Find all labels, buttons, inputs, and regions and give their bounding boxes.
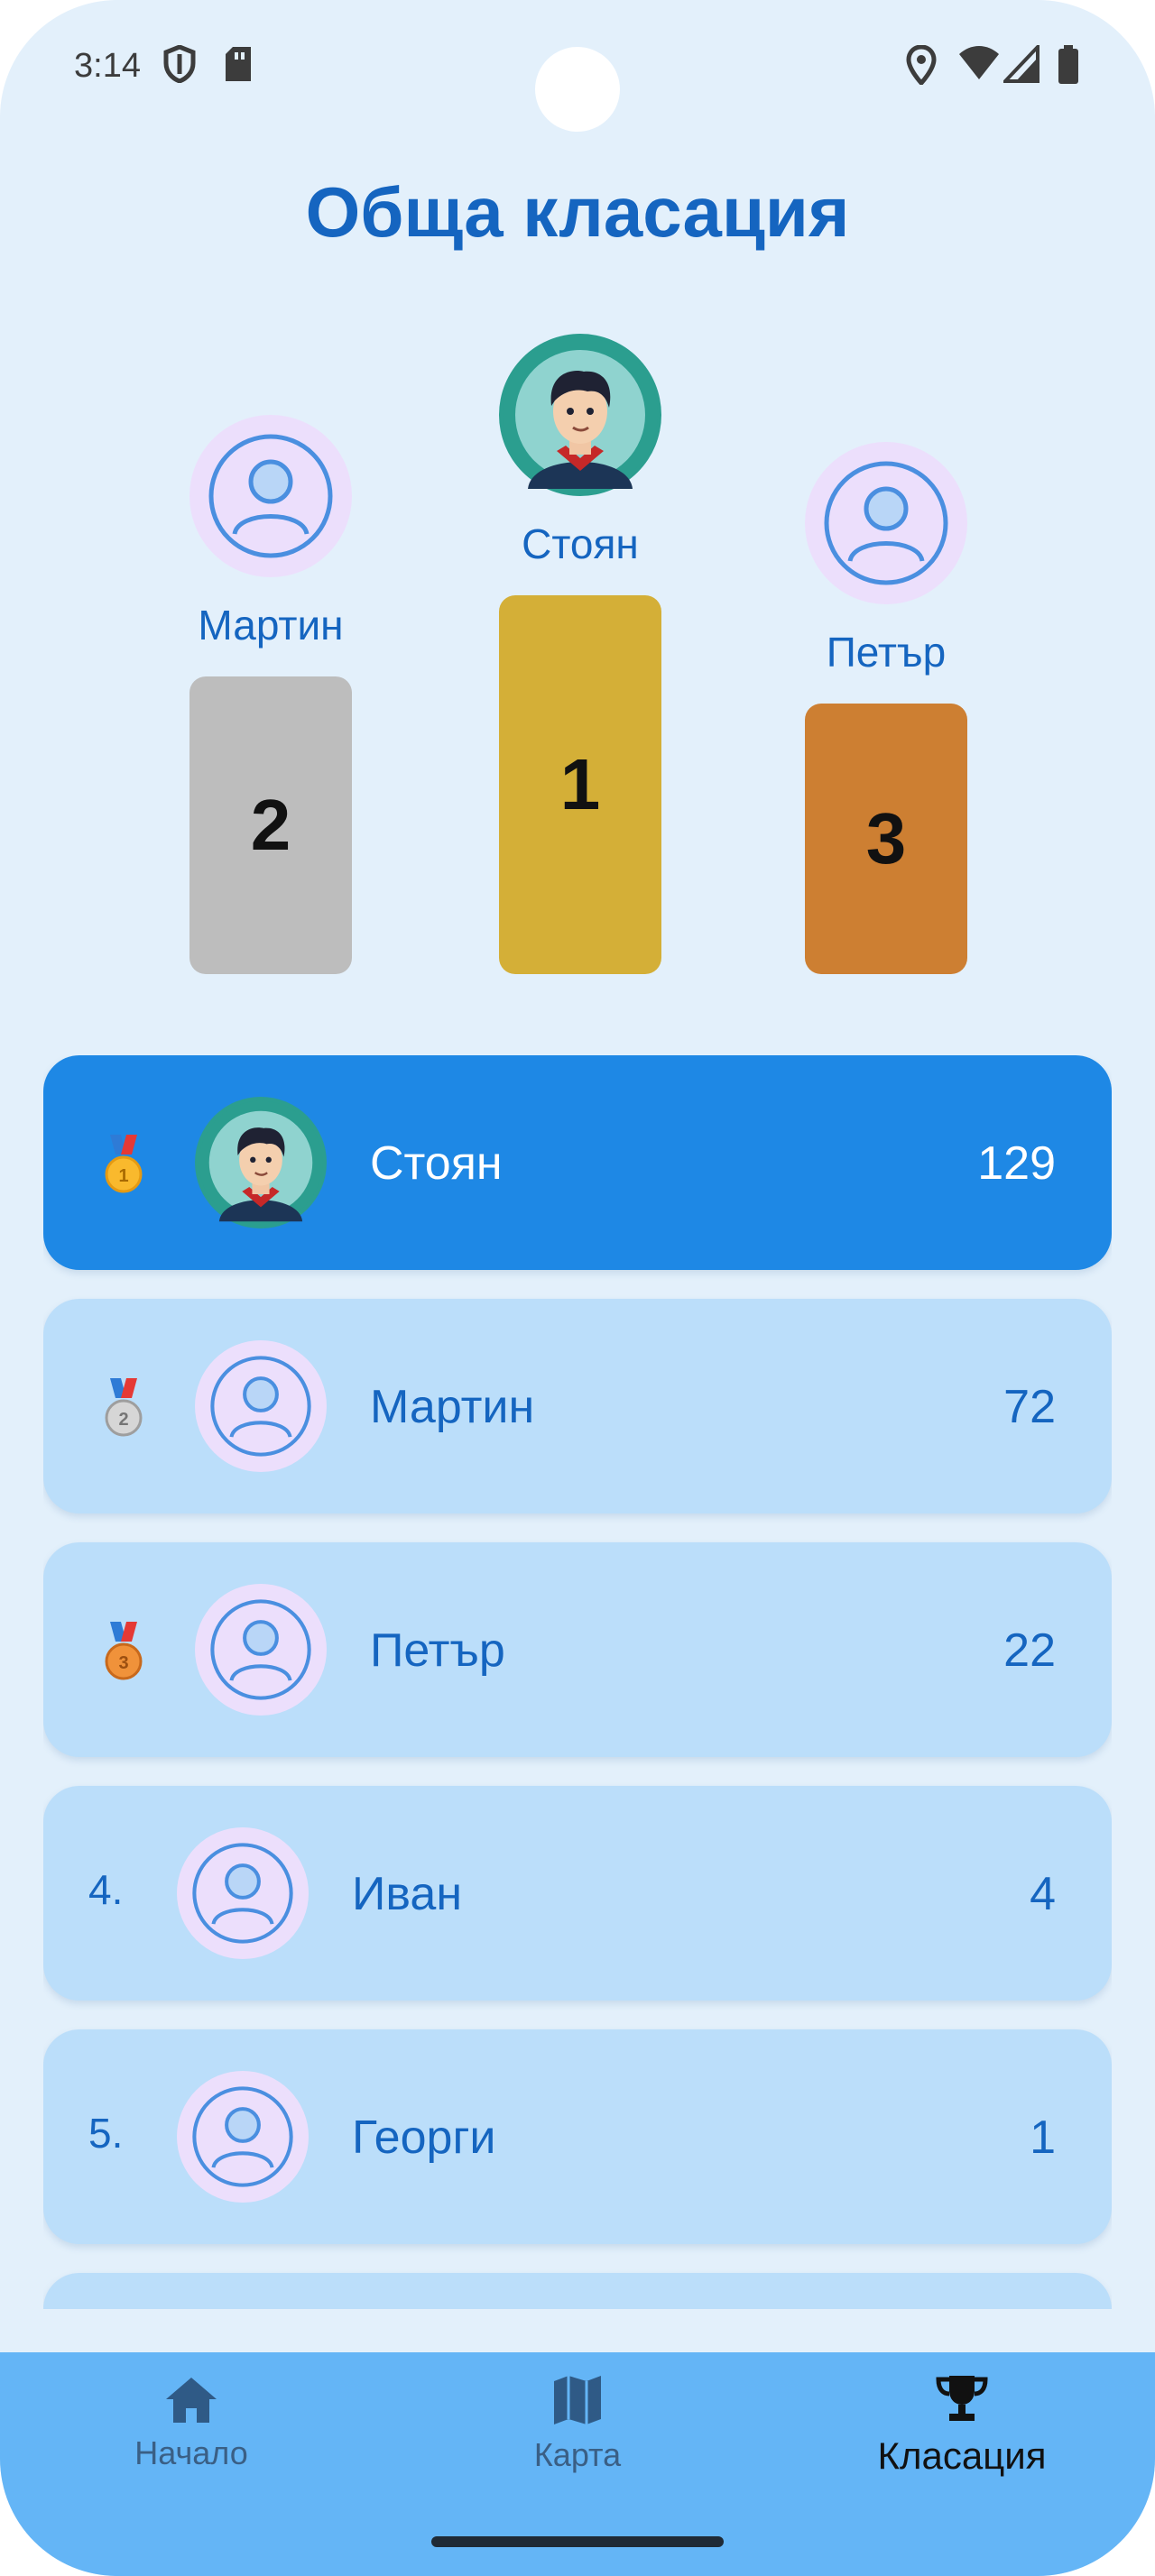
player-name: Георги (352, 2111, 496, 2164)
default-user-icon (177, 1827, 309, 1959)
page-title: Обща класация (305, 172, 850, 252)
ranking-row-5[interactable]: 5. Георги 1 (43, 2029, 1112, 2244)
nav-home[interactable]: Начало (56, 2374, 327, 2472)
rank-number: 5. (88, 2110, 124, 2157)
shield-icon (162, 44, 197, 87)
nav-map-label: Карта (533, 2436, 622, 2473)
home-indicator[interactable] (431, 2536, 724, 2547)
player-score: 72 (1003, 1381, 1056, 1433)
home-icon (56, 2374, 327, 2429)
podium-first: Стоян 1 (499, 334, 661, 974)
silver-medal-icon: 2 (103, 1378, 144, 1438)
ranking-list[interactable]: 1 Стоян 129 2 Мартин 72 3 Петър 22 4. Ив… (43, 1055, 1112, 2309)
player-score: 22 (1003, 1624, 1056, 1677)
podium-third-block: 3 (805, 704, 967, 974)
ranking-row-4[interactable]: 4. Иван 4 (43, 1786, 1112, 2001)
nav-ranking[interactable]: Класация (827, 2374, 1097, 2478)
svg-text:1: 1 (118, 1166, 128, 1186)
podium-second-block: 2 (189, 676, 352, 974)
player-name: Стоян (370, 1137, 503, 1190)
default-user-icon (195, 1584, 327, 1716)
default-user-icon (805, 442, 967, 604)
sd-card-icon (224, 45, 253, 87)
podium-second: Мартин 2 (189, 415, 352, 974)
location-icon (906, 44, 937, 89)
person-avatar (499, 334, 661, 496)
default-user-icon (189, 415, 352, 577)
gold-medal-icon: 1 (103, 1135, 144, 1194)
player-score: 129 (977, 1137, 1056, 1190)
podium-second-name: Мартин (198, 602, 344, 649)
person-avatar (195, 1097, 327, 1228)
nav-ranking-label: Класация (877, 2434, 1047, 2477)
default-user-icon (195, 1340, 327, 1472)
signal-icon (1001, 41, 1040, 87)
podium-first-block: 1 (499, 595, 661, 974)
ranking-row-2[interactable]: 2 Мартин 72 (43, 1299, 1112, 1513)
player-score: 1 (1030, 2111, 1056, 2164)
player-name: Мартин (370, 1381, 535, 1433)
player-name: Петър (370, 1624, 505, 1677)
ranking-row-3[interactable]: 3 Петър 22 (43, 1542, 1112, 1757)
rank-number: 4. (88, 1866, 124, 1913)
ranking-row-1[interactable]: 1 Стоян 129 (43, 1055, 1112, 1270)
status-time: 3:14 (74, 47, 141, 85)
podium-third-name: Петър (826, 629, 947, 676)
svg-text:2: 2 (118, 1410, 128, 1430)
svg-text:3: 3 (118, 1653, 128, 1673)
battery-icon (1058, 45, 1079, 89)
player-name: Иван (352, 1868, 463, 1920)
nav-map[interactable]: Карта (442, 2374, 713, 2474)
ranking-row-6-partial[interactable] (43, 2273, 1112, 2309)
podium-third: Петър 3 (805, 442, 967, 974)
bronze-medal-icon: 3 (103, 1622, 144, 1681)
map-icon (442, 2374, 713, 2431)
status-bar: 3:14 (0, 0, 1155, 135)
front-camera (535, 47, 620, 132)
trophy-icon (827, 2374, 1097, 2429)
player-score: 4 (1030, 1868, 1056, 1920)
nav-home-label: Начало (134, 2434, 248, 2471)
default-user-icon (177, 2071, 309, 2203)
wifi-icon (958, 45, 1000, 86)
podium-first-name: Стоян (522, 520, 639, 567)
app-screen: 3:14 Обща класация Мартин 2 Стоян 1 Петъ… (0, 0, 1155, 2576)
